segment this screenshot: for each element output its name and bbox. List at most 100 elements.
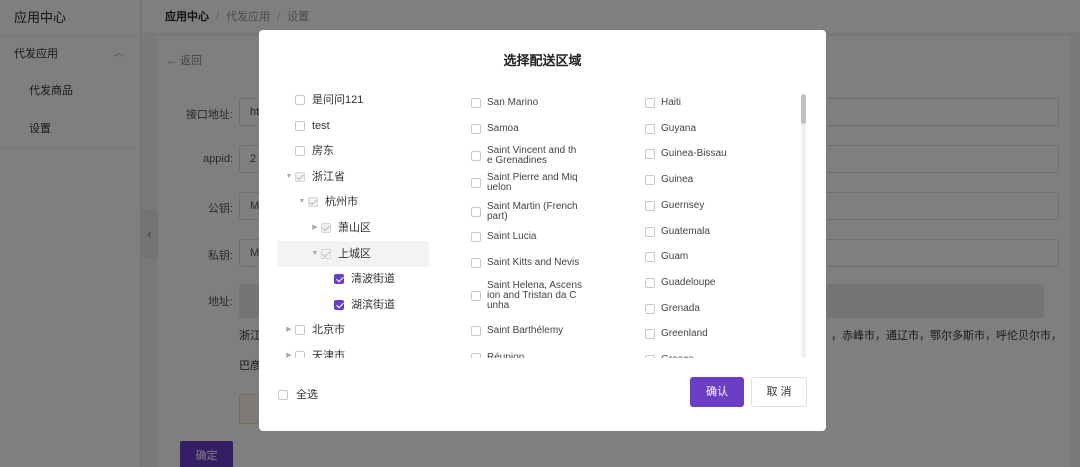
country-label: Haiti bbox=[661, 97, 682, 108]
tree-node-label: 上城区 bbox=[338, 247, 371, 260]
tree-node[interactable]: test bbox=[277, 113, 447, 139]
checkbox-icon[interactable] bbox=[645, 200, 655, 211]
country-label: Guam bbox=[661, 251, 689, 263]
checkbox-icon[interactable] bbox=[295, 325, 305, 336]
checkbox-icon[interactable] bbox=[471, 258, 481, 268]
country-label: Samoa bbox=[487, 124, 519, 134]
checkbox-icon[interactable] bbox=[645, 355, 655, 358]
select-all-label: 全选 bbox=[296, 389, 318, 401]
country-label: Saint Martin (French part) bbox=[487, 202, 578, 222]
tree-node[interactable]: 房东 bbox=[277, 138, 447, 164]
checkbox-icon[interactable] bbox=[471, 326, 481, 336]
country-label: Guernsey bbox=[661, 199, 705, 211]
checkbox-icon[interactable] bbox=[645, 226, 655, 237]
caret-down-icon[interactable]: ▼ bbox=[309, 241, 321, 267]
country-label: Saint Barthélemy bbox=[487, 326, 563, 336]
country-label-line: uelon bbox=[487, 182, 512, 193]
country-label-line: Saint Lucia bbox=[487, 231, 537, 242]
region-select-modal: 选择配送区域 是问问121 test 房东 ▼ 浙江省 ▼ 杭州市 ▶ 萧山区 ▼ 上城区清波街道湖… bbox=[259, 30, 826, 431]
tree-node[interactable]: 湖滨街道 bbox=[277, 292, 447, 318]
checkbox-icon[interactable] bbox=[471, 178, 481, 188]
tree-node-label: 萧山区 bbox=[338, 222, 371, 234]
country-label: Saint Pierre and Miq uelon bbox=[487, 173, 578, 193]
checkbox-icon[interactable] bbox=[645, 303, 655, 314]
checkbox-icon[interactable] bbox=[321, 248, 331, 259]
scrollbar-thumb[interactable] bbox=[801, 94, 806, 124]
tree-node-label: 浙江省 bbox=[312, 170, 345, 183]
country-label-line: unha bbox=[487, 300, 510, 311]
checkbox-icon[interactable] bbox=[471, 353, 481, 358]
country-label-line: Saint Barthélemy bbox=[487, 325, 564, 336]
checkbox-icon[interactable] bbox=[295, 146, 305, 157]
tree-node-label: 清波街道 bbox=[351, 273, 395, 286]
country-label: Guadeloupe bbox=[661, 276, 716, 288]
country-label: Saint Kitts and Nevis bbox=[487, 258, 579, 268]
country-label: Guatemala bbox=[661, 225, 710, 237]
checkbox-icon[interactable] bbox=[645, 252, 655, 263]
checkbox-icon[interactable] bbox=[645, 329, 655, 340]
country-label: Guinea bbox=[661, 174, 694, 186]
checkbox-icon[interactable] bbox=[334, 274, 344, 285]
checkbox-icon[interactable] bbox=[295, 171, 305, 182]
country-label: Guyana bbox=[661, 122, 697, 134]
caret-down-icon[interactable]: ▼ bbox=[283, 164, 295, 190]
checkbox-icon[interactable] bbox=[645, 123, 655, 134]
tree-node[interactable]: ▶ 天津市 bbox=[277, 343, 447, 358]
checkbox-icon[interactable] bbox=[295, 120, 305, 131]
caret-down-icon[interactable]: ▼ bbox=[296, 189, 308, 215]
country-label: Saint Lucia bbox=[487, 232, 536, 242]
tree-node[interactable]: 是问问121 bbox=[277, 88, 447, 113]
tree-node-label: 北京市 bbox=[312, 324, 345, 337]
modal-cancel-button[interactable]: 取 消 bbox=[751, 377, 807, 407]
modal-ok-button[interactable]: 确认 bbox=[690, 377, 744, 407]
checkbox-icon[interactable] bbox=[295, 95, 305, 106]
checkbox-icon[interactable] bbox=[295, 351, 305, 358]
tree-node[interactable]: 清波街道 bbox=[277, 266, 447, 292]
checkbox-icon[interactable] bbox=[471, 232, 481, 242]
modal-title: 选择配送区域 bbox=[503, 53, 582, 68]
checkbox-icon[interactable] bbox=[471, 124, 481, 134]
country-label-line: Saint Kitts and Nevis bbox=[487, 257, 580, 268]
tree-node[interactable]: ▶ 北京市 bbox=[277, 317, 447, 343]
tree-node[interactable]: ▼ 上城区 bbox=[277, 240, 429, 267]
country-label: Saint Helena, Ascens ion and Tristan da C… bbox=[487, 281, 582, 311]
checkbox-icon[interactable] bbox=[471, 207, 481, 217]
tree-node-label: 房东 bbox=[312, 145, 334, 158]
tree-node[interactable]: ▶ 萧山区 bbox=[277, 215, 447, 241]
country-label: Guinea-Bissau bbox=[661, 148, 727, 160]
country-label: San Marino bbox=[487, 98, 538, 108]
tree-node[interactable]: ▼ 浙江省 bbox=[277, 164, 447, 190]
caret-right-icon[interactable]: ▶ bbox=[283, 343, 295, 358]
checkbox-icon[interactable] bbox=[321, 223, 331, 234]
checkbox-icon[interactable] bbox=[645, 175, 655, 186]
country-label: Greece bbox=[661, 355, 694, 359]
tree-node-label: 湖滨街道 bbox=[351, 298, 395, 311]
select-all-checkbox[interactable]: 全选 bbox=[278, 386, 318, 402]
tree-node-label: test bbox=[312, 119, 330, 132]
tree-node[interactable]: ▼ 杭州市 bbox=[277, 189, 447, 215]
checkbox-icon[interactable] bbox=[334, 299, 344, 310]
country-label-line: Samoa bbox=[487, 123, 519, 134]
region-scroll-area[interactable]: 是问问121 test 房东 ▼ 浙江省 ▼ 杭州市 ▶ 萧山区 ▼ 上城区清波街道湖滨街道 ▶ 北京市… bbox=[277, 88, 809, 358]
country-label: Réunion bbox=[487, 352, 525, 359]
country-label-line: Réunion bbox=[487, 352, 525, 359]
caret-right-icon[interactable]: ▶ bbox=[283, 317, 295, 343]
country-label-line: part) bbox=[487, 211, 508, 222]
tree-node-label: 杭州市 bbox=[325, 196, 358, 209]
checkbox-icon[interactable] bbox=[308, 197, 318, 208]
checkbox-icon[interactable] bbox=[645, 149, 655, 160]
checkbox-icon[interactable] bbox=[471, 291, 481, 301]
country-label: Grenada bbox=[661, 302, 700, 314]
country-label: Greenland bbox=[661, 328, 708, 340]
checkbox-icon bbox=[278, 390, 288, 401]
country-label-line: San Marino bbox=[487, 97, 539, 108]
caret-right-icon[interactable]: ▶ bbox=[309, 215, 321, 241]
checkbox-icon[interactable] bbox=[645, 98, 655, 108]
tree-node-label: 是问问121 bbox=[312, 94, 364, 106]
modal-scrollbar[interactable] bbox=[801, 94, 806, 358]
checkbox-icon[interactable] bbox=[645, 277, 655, 288]
country-label: Saint Vincent and th e Grenadines bbox=[487, 146, 576, 166]
country-label-line: e Grenadines bbox=[487, 155, 548, 166]
checkbox-icon[interactable] bbox=[471, 151, 481, 161]
checkbox-icon[interactable] bbox=[471, 98, 481, 108]
